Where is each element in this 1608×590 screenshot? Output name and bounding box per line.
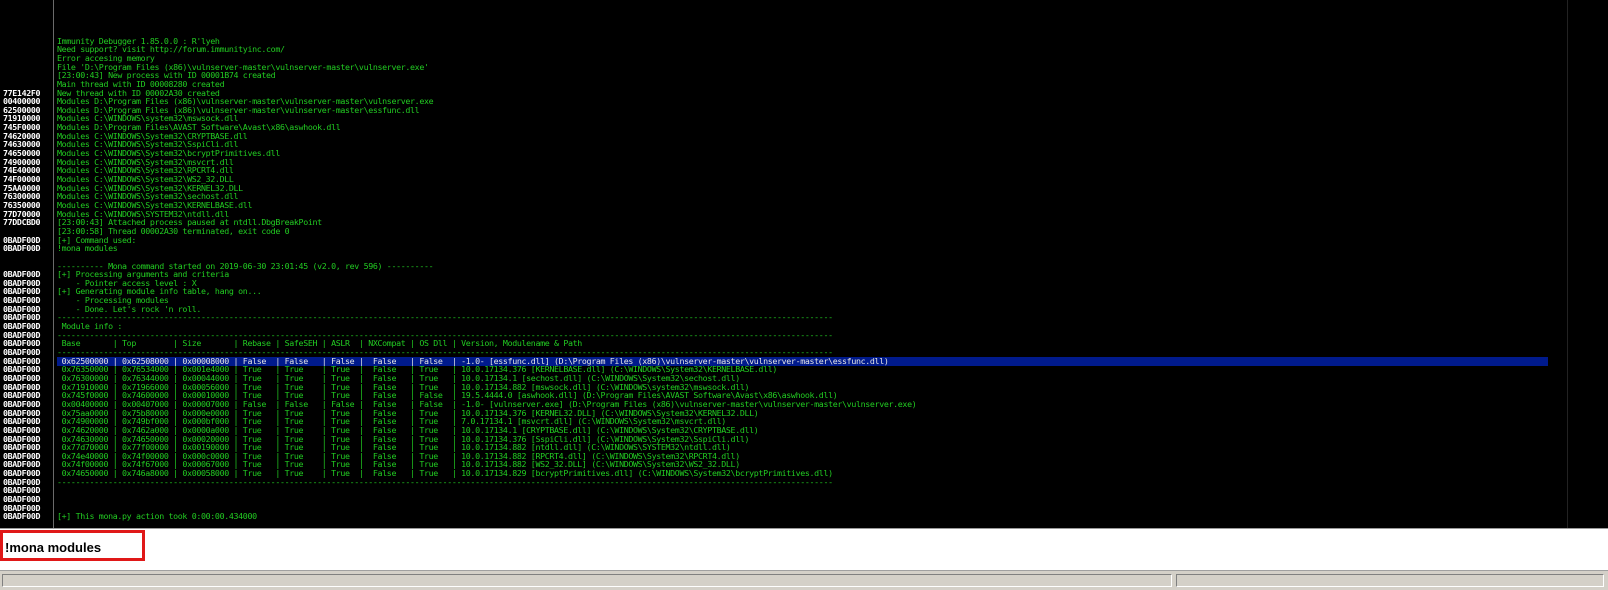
status-panel-main [2,574,1172,587]
log-message: [+] This mona.py action took 0:00:00.434… [57,511,257,522]
log-address: 0BADF00D [3,511,41,522]
log-line[interactable]: 0BADF00D [+] Generating module info table… [0,287,1568,296]
log-line[interactable]: 74E40000 Modules C:\WINDOWS\System32\RPCR… [0,166,1568,175]
log-line[interactable] [0,19,1568,28]
log-address: 77DDCBD0 [3,217,41,228]
log-line[interactable]: [23:00:43] New process with ID 00001B74 … [0,71,1568,80]
log-line[interactable] [0,28,1568,37]
log-line[interactable]: Need support? visit http://forum.immunit… [0,45,1568,54]
log-line[interactable]: 0BADF00D - Processing modules [0,296,1568,305]
log-line[interactable]: [23:00:58] Thread 00002A30 terminated, e… [0,226,1568,236]
log-line[interactable]: 0BADF00D --------------------------------… [0,476,1568,487]
log-line[interactable]: 0BADF00D [0,486,1568,495]
log-line[interactable]: 0BADF00D --------------------------------… [0,313,1568,322]
log-line[interactable]: Main thread with ID 00008280 created [0,79,1568,89]
log-line[interactable] [0,11,1568,20]
status-bar [0,570,1608,590]
log-line[interactable]: 74900000 Modules C:\WINDOWS\System32\msvc… [0,157,1568,167]
log-message: ----------------------------------------… [57,312,833,323]
log-line[interactable]: 0BADF00D [+] Processing arguments and cri… [0,270,1568,279]
status-panel-state [1176,574,1604,587]
log-line[interactable]: 76350000 Modules C:\WINDOWS\System32\KERN… [0,200,1568,210]
log-message: ----------------------------------------… [57,476,833,487]
log-window[interactable]: Immunity Debugger 1.85.0.0 : R'lyeh Need … [0,0,1608,542]
log-line[interactable]: 0BADF00D [0,495,1568,504]
log-line[interactable]: 74650000 Modules C:\WINDOWS\System32\bcry… [0,149,1568,158]
log-line[interactable]: 0BADF00D [+] This mona.py action took 0:0… [0,512,1568,521]
log-line[interactable]: 0BADF00D [+] Command used: [0,235,1568,245]
log-line[interactable]: 0BADF00D !mona modules [0,244,1568,253]
log-line[interactable] [0,2,1568,11]
log-scrollbar[interactable] [1567,0,1608,542]
log-address: 0BADF00D [3,243,41,254]
command-bar [0,528,1608,571]
command-input[interactable] [3,533,1545,561]
log-message: !mona modules [57,243,118,254]
log-line[interactable]: ---------- Mona command started on 2019-… [0,261,1568,271]
